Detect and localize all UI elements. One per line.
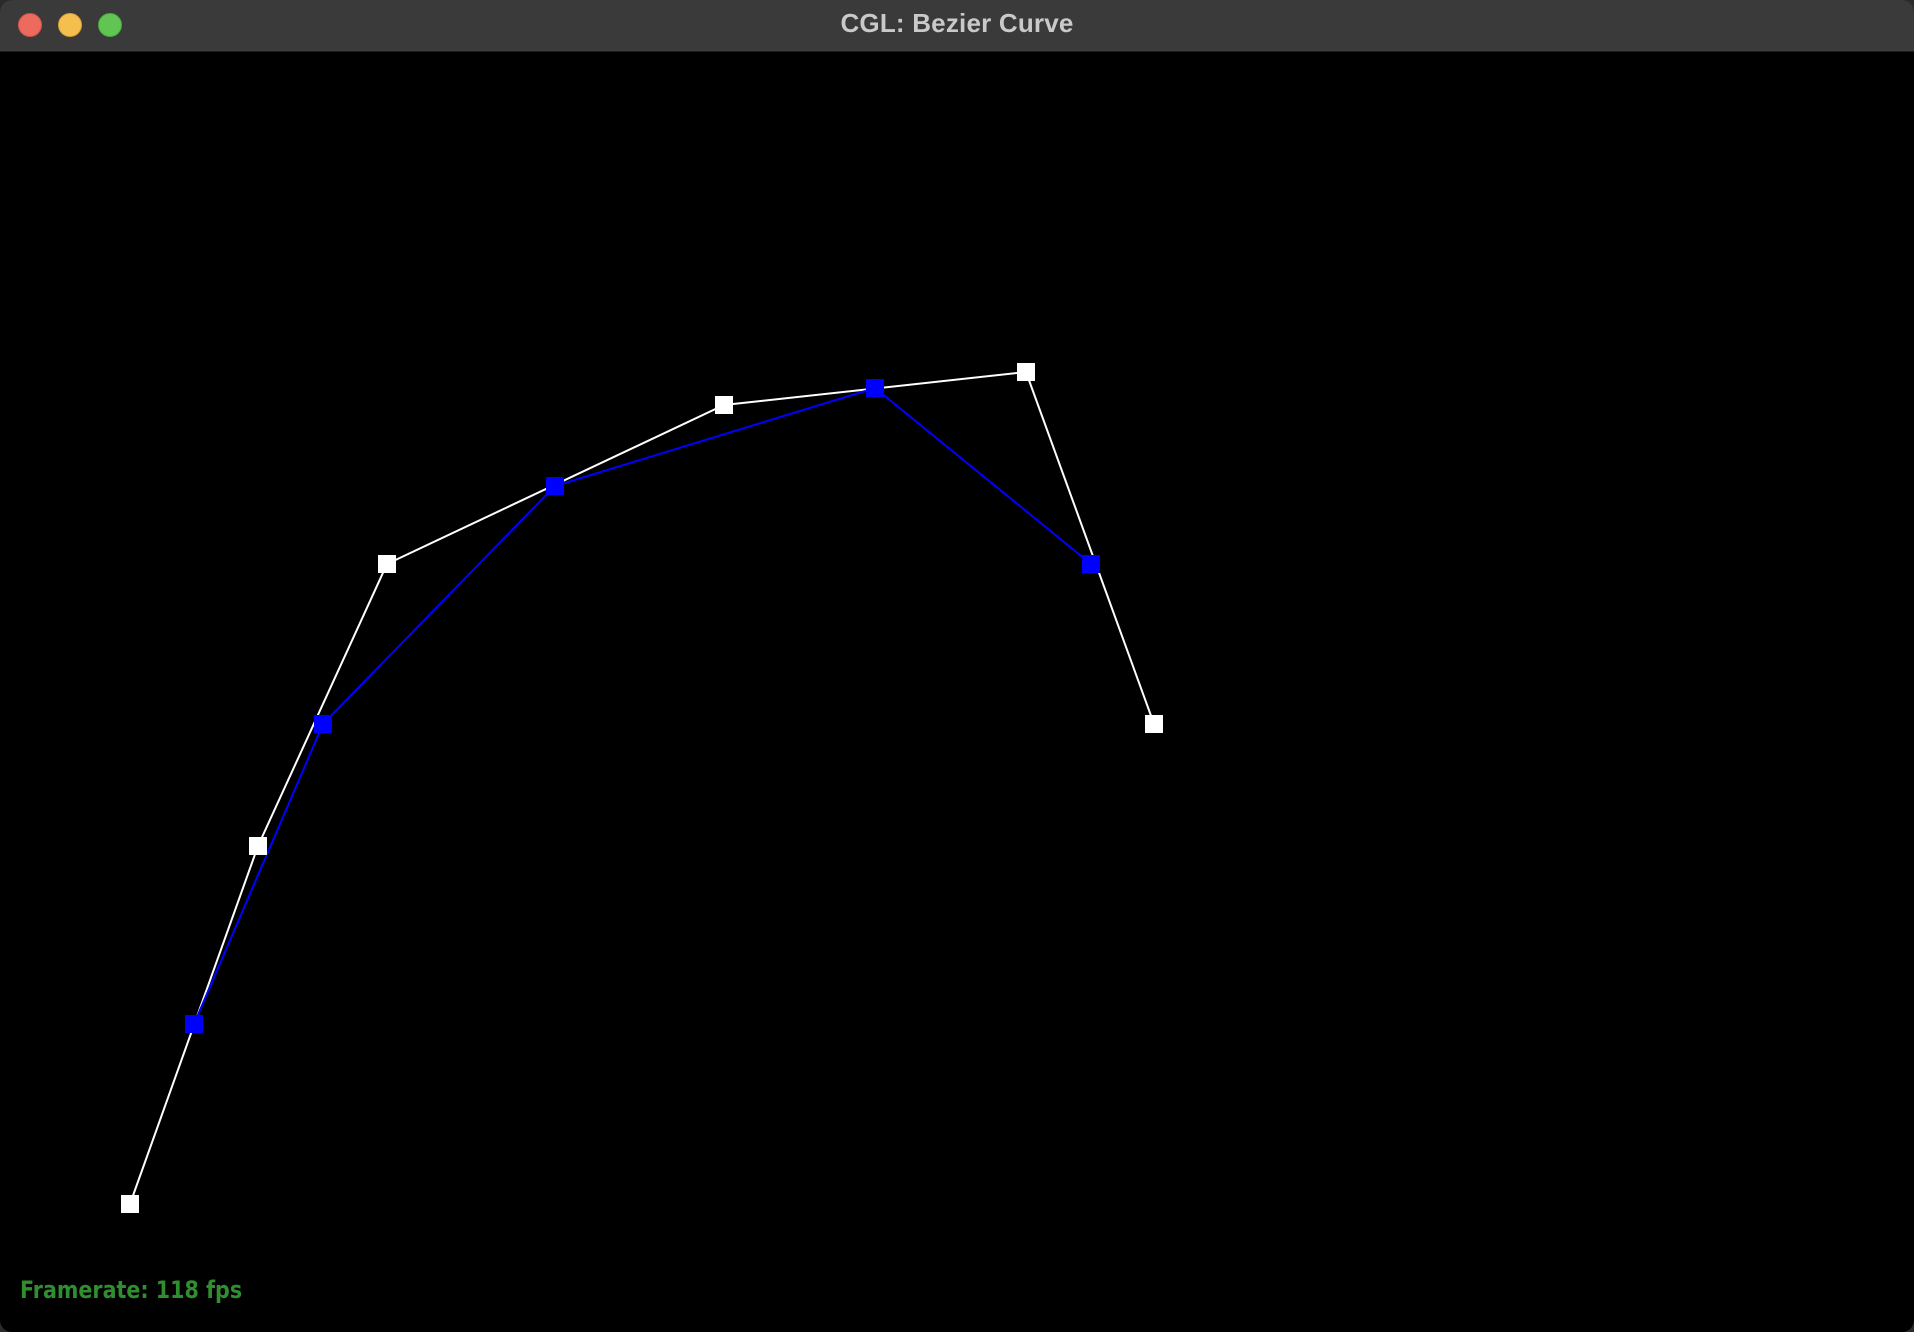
subdivision-point[interactable] bbox=[1082, 555, 1100, 573]
window-title: CGL: Bezier Curve bbox=[840, 8, 1074, 38]
subdivision-point[interactable] bbox=[314, 715, 332, 733]
title-bar[interactable]: CGL: Bezier Curve bbox=[0, 0, 1914, 52]
control-point[interactable] bbox=[378, 555, 396, 573]
subdivision-polygon bbox=[193, 386, 1092, 1025]
subdivision-point[interactable] bbox=[185, 1015, 203, 1033]
app-window: CGL: Bezier Curve Framerate: 118 fps bbox=[0, 0, 1914, 1332]
bezier-canvas[interactable] bbox=[2, 52, 1912, 1330]
control-polygon bbox=[129, 371, 1027, 1205]
subdivision-point[interactable] bbox=[866, 379, 884, 397]
framerate-label: Framerate: 118 fps bbox=[20, 1276, 243, 1304]
control-point[interactable] bbox=[249, 837, 267, 855]
render-viewport[interactable] bbox=[2, 52, 1912, 1330]
control-point[interactable] bbox=[121, 1195, 139, 1213]
control-point[interactable] bbox=[1017, 363, 1035, 381]
subdivision-point[interactable] bbox=[546, 477, 564, 495]
control-polygon-tail bbox=[1025, 371, 1155, 725]
control-point[interactable] bbox=[1145, 715, 1163, 733]
control-point[interactable] bbox=[715, 396, 733, 414]
